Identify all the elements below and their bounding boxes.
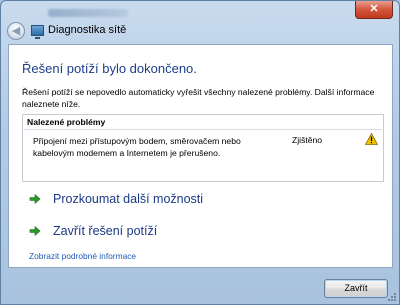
warning-icon [365, 133, 378, 145]
green-arrow-icon [29, 193, 41, 205]
title-bar[interactable]: ✕ ◀ Diagnostika sítě [1, 1, 399, 43]
description-text: Řešení potíží se nepovedlo automaticky v… [22, 87, 375, 109]
explore-options-label: Prozkoumat další možnosti [53, 192, 204, 206]
problem-description[interactable]: Připojení mezi přístupovým bodem, směrov… [33, 135, 243, 159]
resize-grip-icon[interactable] [387, 292, 397, 302]
show-details-link[interactable]: Zobrazit podrobné informace [29, 251, 136, 261]
close-button[interactable]: Zavřít [324, 279, 388, 298]
blurred-caption [48, 9, 128, 17]
footer-bar: Zavřít [8, 269, 393, 305]
explore-options-link[interactable]: Prozkoumat další možnosti [29, 192, 203, 206]
network-icon [31, 25, 44, 39]
green-arrow-icon [29, 225, 41, 237]
page-heading: Řešení potíží bylo dokončeno. [22, 61, 197, 76]
back-button[interactable]: ◀ [7, 22, 25, 40]
window-title: Diagnostika sítě [48, 24, 127, 36]
close-troubleshooting-label: Zavřít řešení potíží [53, 224, 158, 238]
close-troubleshooting-link[interactable]: Zavřít řešení potíží [29, 224, 157, 238]
problems-header: Nalezené problémy [27, 117, 106, 127]
problem-status: Zjištěno [292, 135, 323, 145]
content-panel: Řešení potíží bylo dokončeno. Řešení pot… [8, 44, 393, 268]
problems-divider [24, 129, 382, 130]
dialog-window: ✕ ◀ Diagnostika sítě Řešení potíží bylo … [0, 0, 400, 305]
window-close-button[interactable]: ✕ [355, 1, 393, 19]
problems-panel: Nalezené problémy Připojení mezi přístup… [22, 114, 384, 182]
